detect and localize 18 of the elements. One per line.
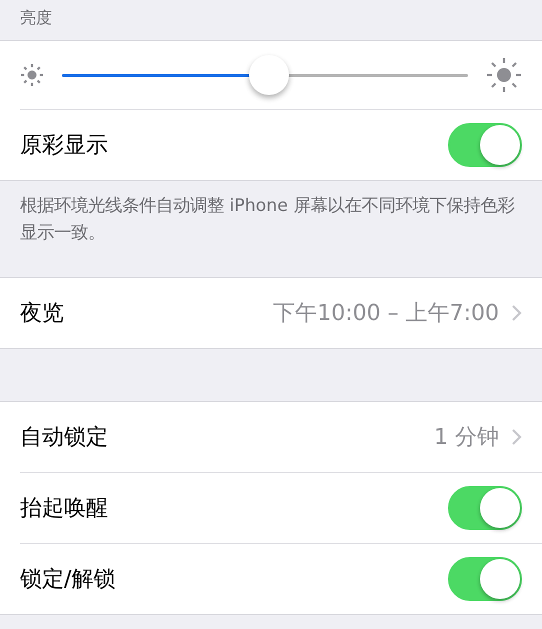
toggle-switch[interactable] bbox=[448, 123, 522, 167]
row-label: 原彩显示 bbox=[20, 132, 109, 160]
toggle-switch[interactable] bbox=[448, 557, 522, 601]
row-label: 抬起唤醒 bbox=[20, 495, 109, 523]
slider-thumb[interactable] bbox=[249, 55, 290, 95]
dim-sun-icon bbox=[20, 63, 44, 87]
bright-sun-icon bbox=[486, 57, 522, 93]
row-value: 1 分钟 bbox=[434, 424, 499, 452]
row-label: 夜览 bbox=[20, 300, 65, 328]
row-value: 下午10:00 – 上午7:00 bbox=[273, 300, 499, 328]
footer-note: 根据环境光线条件自动调整 iPhone 屏幕以在不同环境下保持色彩显示一致。 bbox=[19, 195, 516, 245]
row-label: 锁定/解锁 bbox=[20, 566, 116, 594]
toggle-switch[interactable] bbox=[448, 486, 522, 530]
chevron-icon bbox=[511, 428, 522, 446]
brightness-slider[interactable] bbox=[62, 54, 468, 96]
chevron-icon bbox=[511, 304, 522, 322]
section-header: 亮度 bbox=[19, 7, 53, 29]
row-label: 自动锁定 bbox=[20, 424, 109, 452]
